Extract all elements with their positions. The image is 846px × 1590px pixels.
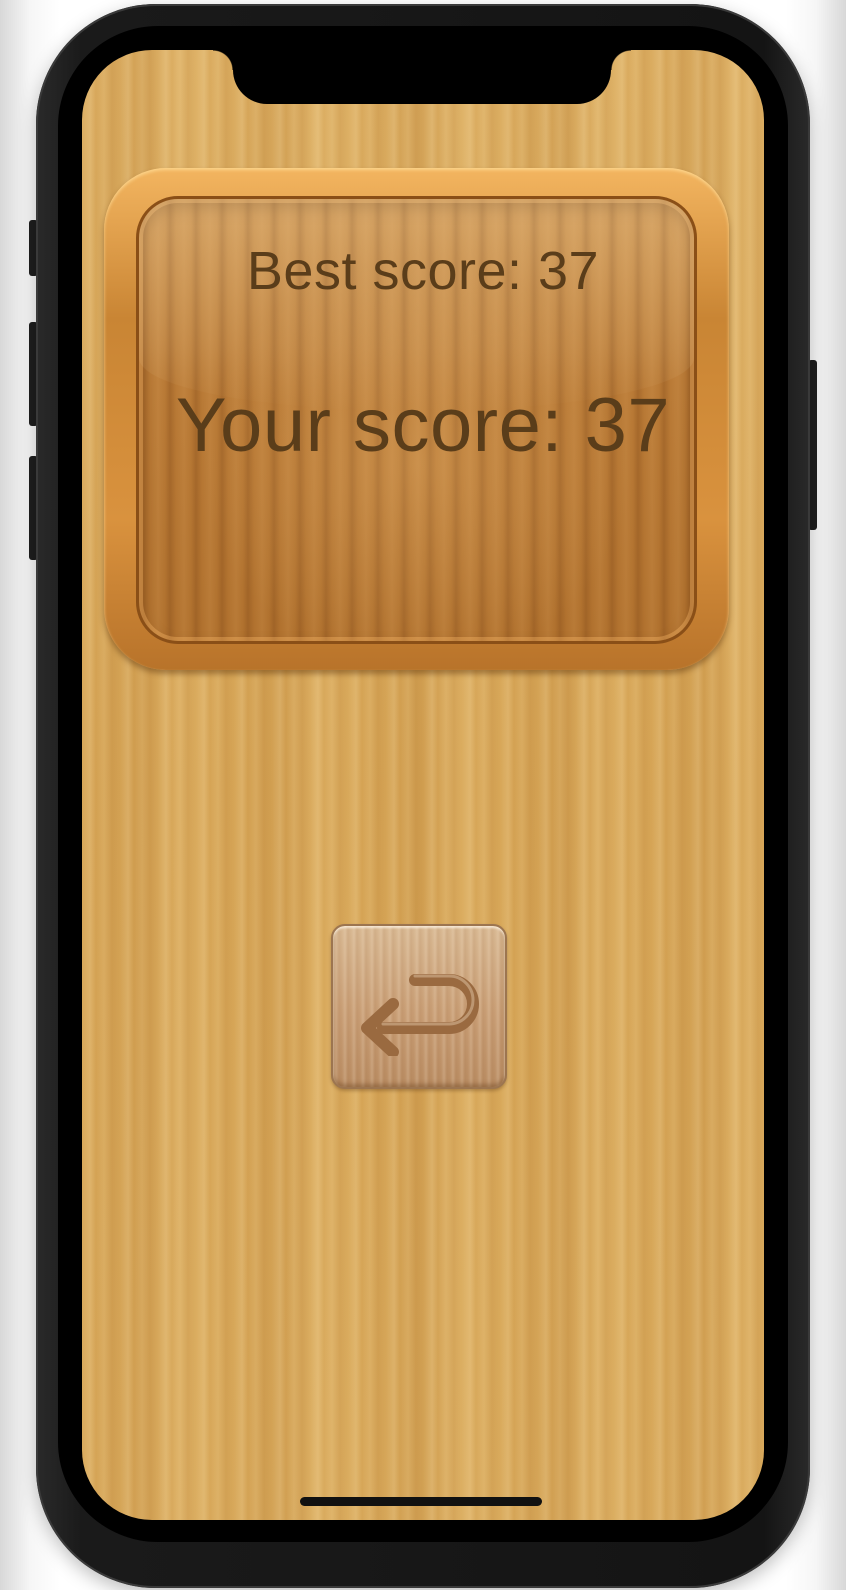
home-indicator xyxy=(300,1497,542,1506)
screenshot: Best score: 37 Your score: 37 xyxy=(0,0,846,1590)
back-button[interactable] xyxy=(331,924,507,1089)
your-score-label: Your score: 37 xyxy=(175,383,671,468)
return-arrow-icon xyxy=(361,974,479,1056)
best-score-label: Best score: 37 xyxy=(246,241,600,301)
board-gloss xyxy=(139,199,694,412)
notch xyxy=(213,50,631,104)
